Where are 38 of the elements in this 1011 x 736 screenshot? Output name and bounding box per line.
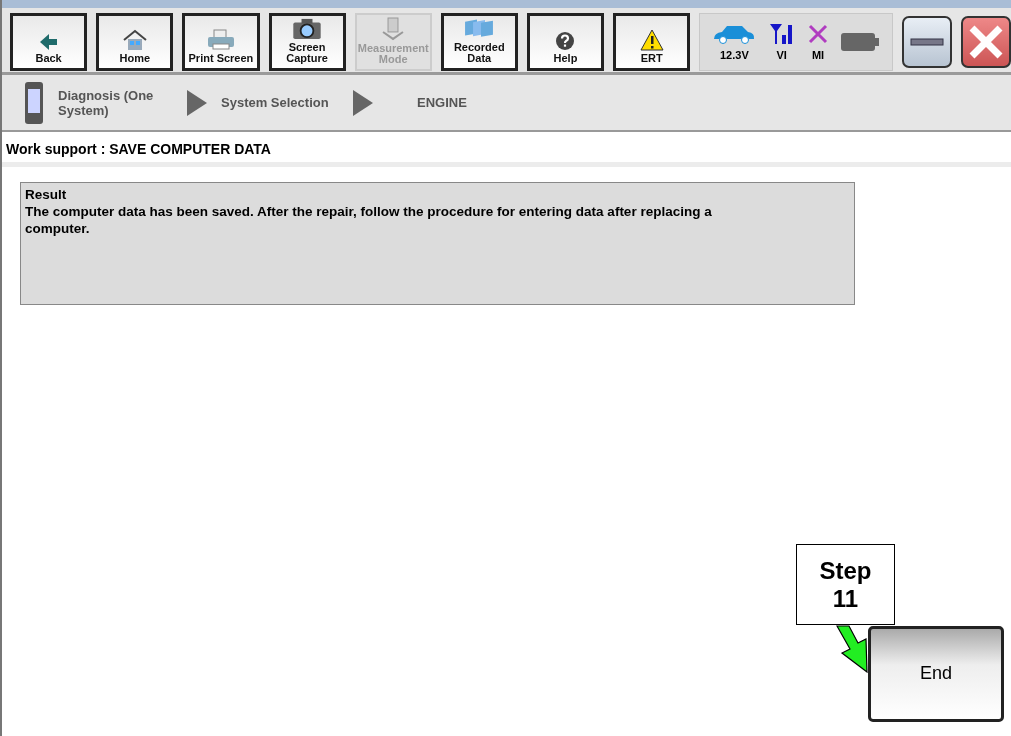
end-button[interactable]: End [868, 626, 1004, 722]
camera-icon [291, 18, 324, 40]
car-icon [712, 23, 757, 45]
signal-icon [768, 23, 795, 45]
page-title: Work support : SAVE COMPUTER DATA [2, 132, 1011, 167]
minimize-button[interactable] [901, 16, 952, 68]
house-icon [121, 29, 148, 52]
toolbar-button[interactable]: Home [96, 13, 174, 71]
toolbar-button[interactable]: Help [526, 13, 605, 71]
toolbar-button[interactable]: Back [10, 13, 88, 71]
chevron-icon [353, 89, 373, 116]
toolbar-button[interactable]: ERT [613, 13, 691, 71]
breadcrumb-item: Diagnosis (One System) [58, 87, 155, 118]
close-icon [967, 24, 1004, 60]
left-arrow-icon [39, 33, 58, 52]
cross-icon [807, 23, 830, 45]
printer-icon [205, 29, 236, 52]
pointer-arrow [836, 625, 868, 673]
handheld-device-icon [24, 80, 44, 125]
result-heading: Result [25, 186, 68, 203]
toolbar-button[interactable]: Recorded Data [440, 13, 518, 71]
warning-icon [639, 29, 664, 52]
toolbar-button[interactable]: Screen Capture [268, 13, 346, 71]
folders-icon [463, 18, 496, 40]
status-label: VI [776, 49, 787, 61]
chevron-icon [187, 89, 207, 116]
meter-icon [381, 17, 406, 41]
close-button[interactable] [960, 16, 1011, 68]
help-icon [555, 31, 576, 52]
minimize-icon [909, 38, 944, 46]
battery-icon [841, 33, 880, 51]
status-label: MI [811, 49, 825, 61]
breadcrumb-item: ENGINE [416, 95, 468, 110]
breadcrumb-item: System Selection [221, 95, 330, 110]
status-label: 12.3V [720, 49, 749, 61]
step-callout: Step 11 [796, 544, 895, 625]
result-message: The computer data has been saved. After the repair, follow the procedure for entering data after replacing a computer. [25, 203, 713, 237]
toolbar-button[interactable]: Print Screen [182, 13, 260, 71]
